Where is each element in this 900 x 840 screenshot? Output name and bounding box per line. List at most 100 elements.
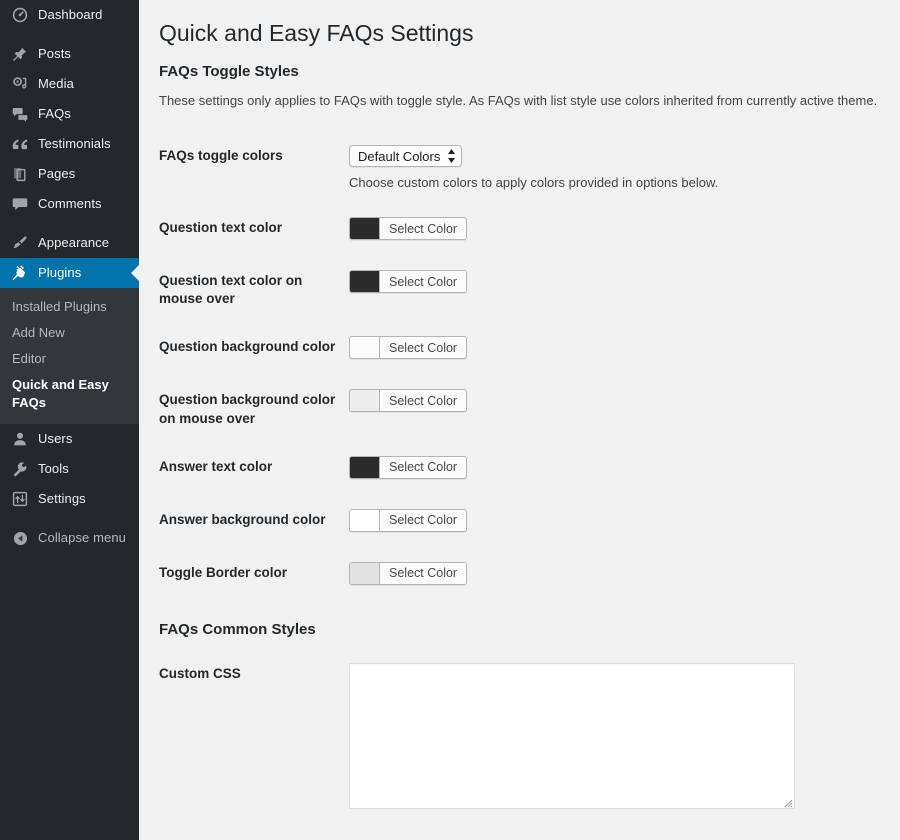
select-color-label: Select Color bbox=[380, 510, 466, 531]
form-row-question-text-color: Question text color Select Color bbox=[159, 204, 880, 257]
toggle-colors-select[interactable]: Default Colors bbox=[349, 145, 462, 167]
section-title-common-styles: FAQs Common Styles bbox=[159, 602, 880, 650]
select-chevrons-icon bbox=[447, 149, 456, 163]
color-picker-question-background-color-hover[interactable]: Select Color bbox=[349, 389, 467, 412]
section-description-toggle-styles: These settings only applies to FAQs with… bbox=[159, 92, 880, 110]
submenu-item-quick-and-easy-faqs[interactable]: Quick and Easy FAQs bbox=[0, 372, 139, 416]
media-icon bbox=[10, 74, 30, 94]
quote-icon bbox=[10, 134, 30, 154]
control-answer-background-color: Select Color bbox=[349, 496, 880, 549]
select-color-label: Select Color bbox=[380, 218, 466, 239]
toggle-colors-selected-value: Default Colors bbox=[358, 149, 446, 164]
sidebar-item-plugins[interactable]: Plugins bbox=[0, 258, 139, 288]
form-row-answer-background-color: Answer background color Select Color bbox=[159, 496, 880, 549]
control-question-background-color-hover: Select Color bbox=[349, 376, 880, 442]
sidebar-item-posts[interactable]: Posts bbox=[0, 39, 139, 69]
control-answer-text-color: Select Color bbox=[349, 443, 880, 496]
color-picker-answer-text-color[interactable]: Select Color bbox=[349, 456, 467, 479]
color-swatch-question-background-color-hover bbox=[350, 390, 380, 411]
color-swatch-answer-text-color bbox=[350, 457, 380, 478]
color-picker-rows: Question text colorSelect ColorQuestion … bbox=[159, 204, 880, 602]
submenu-item-editor[interactable]: Editor bbox=[0, 346, 139, 372]
select-color-label: Select Color bbox=[380, 390, 466, 411]
sidebar-item-comments[interactable]: Comments bbox=[0, 189, 139, 219]
color-swatch-toggle-border-color bbox=[350, 563, 380, 584]
form-row-answer-text-color: Answer text colorSelect Color bbox=[159, 443, 880, 496]
user-icon bbox=[10, 429, 30, 449]
color-swatch-question-text-color-hover bbox=[350, 271, 380, 292]
pages-icon bbox=[10, 164, 30, 184]
sidebar-item-testimonials[interactable]: Testimonials bbox=[0, 129, 139, 159]
toggle-colors-description: Choose custom colors to apply colors pro… bbox=[349, 174, 870, 191]
sidebar-item-posts-label: Posts bbox=[38, 39, 71, 69]
admin-sidebar: Dashboard PostsMediaFAQsTestimonialsPages… bbox=[0, 0, 139, 840]
admin-screen: Dashboard PostsMediaFAQsTestimonialsPages… bbox=[0, 0, 900, 840]
collapse-menu-button[interactable]: Collapse menu bbox=[0, 523, 139, 553]
submenu-item-add-new[interactable]: Add New bbox=[0, 320, 139, 346]
label-toggle-colors: FAQs toggle colors bbox=[159, 132, 349, 204]
sidebar-item-tools-label: Tools bbox=[38, 454, 69, 484]
label-custom-css: Custom CSS bbox=[159, 650, 349, 827]
control-question-background-color: Select Color bbox=[349, 323, 880, 376]
label-toggle-border-color: Toggle Border color bbox=[159, 549, 349, 602]
control-custom-css bbox=[349, 650, 880, 827]
color-picker-question-text-color[interactable]: Select Color bbox=[349, 217, 467, 240]
color-picker-answer-background-color[interactable]: Select Color bbox=[349, 509, 467, 532]
brush-icon bbox=[10, 233, 30, 253]
label-question-background-color: Question background color bbox=[159, 323, 349, 376]
sidebar-item-testimonials-label: Testimonials bbox=[38, 129, 111, 159]
custom-css-wrapper bbox=[349, 663, 795, 809]
sidebar-item-dashboard[interactable]: Dashboard bbox=[0, 0, 139, 30]
sidebar-item-appearance[interactable]: Appearance bbox=[0, 228, 139, 258]
sidebar-item-settings[interactable]: Settings bbox=[0, 484, 139, 514]
color-picker-question-background-color[interactable]: Select Color bbox=[349, 336, 467, 359]
color-picker-question-text-color-hover[interactable]: Select Color bbox=[349, 270, 467, 293]
sliders-icon bbox=[10, 489, 30, 509]
sidebar-item-tools[interactable]: Tools bbox=[0, 454, 139, 484]
control-question-text-color: Select Color bbox=[349, 204, 880, 257]
sidebar-item-pages[interactable]: Pages bbox=[0, 159, 139, 189]
pin-icon bbox=[10, 44, 30, 64]
sidebar-item-pages-label: Pages bbox=[38, 159, 75, 189]
control-question-text-color-hover: Select Color bbox=[349, 257, 880, 323]
label-question-text-color: Question text color bbox=[159, 204, 349, 257]
label-answer-text-color: Answer text color bbox=[159, 443, 349, 496]
sidebar-item-settings-label: Settings bbox=[38, 484, 86, 514]
plugins-submenu: Installed PluginsAdd NewEditorQuick and … bbox=[0, 288, 139, 424]
custom-css-textarea[interactable] bbox=[349, 663, 795, 809]
dashboard-icon bbox=[10, 5, 30, 25]
control-toggle-border-color: Select Color bbox=[349, 549, 880, 602]
form-row-toggle-border-color: Toggle Border colorSelect Color bbox=[159, 549, 880, 602]
toggle-styles-form-table: FAQs toggle colors Default Colors Choose… bbox=[159, 132, 880, 602]
label-question-text-color-hover: Question text color on mouse over bbox=[159, 257, 349, 323]
section-title-toggle-styles: FAQs Toggle Styles bbox=[159, 62, 880, 92]
sidebar-item-appearance-label: Appearance bbox=[38, 228, 109, 258]
sidebar-item-faqs-label: FAQs bbox=[38, 99, 71, 129]
common-styles-form-table: Custom CSS bbox=[159, 650, 880, 827]
sidebar-item-media[interactable]: Media bbox=[0, 69, 139, 99]
label-question-background-color-hover: Question background color on mouse over bbox=[159, 376, 349, 442]
select-color-label: Select Color bbox=[380, 337, 466, 358]
sidebar-item-users[interactable]: Users bbox=[0, 424, 139, 454]
collapse-menu-label: Collapse menu bbox=[38, 523, 126, 553]
speech-bubbles-icon bbox=[10, 104, 30, 124]
color-swatch-answer-background-color bbox=[350, 510, 380, 531]
sidebar-item-media-label: Media bbox=[38, 69, 74, 99]
sidebar-item-plugins-label: Plugins bbox=[38, 258, 81, 288]
sidebar-menu-bottom: UsersToolsSettings bbox=[0, 424, 139, 514]
form-row-custom-css: Custom CSS bbox=[159, 650, 880, 827]
color-swatch-question-text-color bbox=[350, 218, 380, 239]
color-picker-toggle-border-color[interactable]: Select Color bbox=[349, 562, 467, 585]
sidebar-item-comments-label: Comments bbox=[38, 189, 102, 219]
form-row-toggle-colors: FAQs toggle colors Default Colors Choose… bbox=[159, 132, 880, 204]
submenu-item-installed-plugins[interactable]: Installed Plugins bbox=[0, 294, 139, 320]
sidebar-item-faqs[interactable]: FAQs bbox=[0, 99, 139, 129]
label-answer-background-color: Answer background color bbox=[159, 496, 349, 549]
main-content: Quick and Easy FAQs Settings FAQs Toggle… bbox=[139, 0, 900, 840]
wrench-icon bbox=[10, 459, 30, 479]
submit-row: Save Changes bbox=[159, 827, 880, 840]
control-toggle-colors: Default Colors Choose custom colors to a… bbox=[349, 132, 880, 204]
color-swatch-question-background-color bbox=[350, 337, 380, 358]
form-row-question-background-color-hover: Question background color on mouse over S… bbox=[159, 376, 880, 442]
sidebar-item-dashboard-label: Dashboard bbox=[38, 0, 103, 30]
